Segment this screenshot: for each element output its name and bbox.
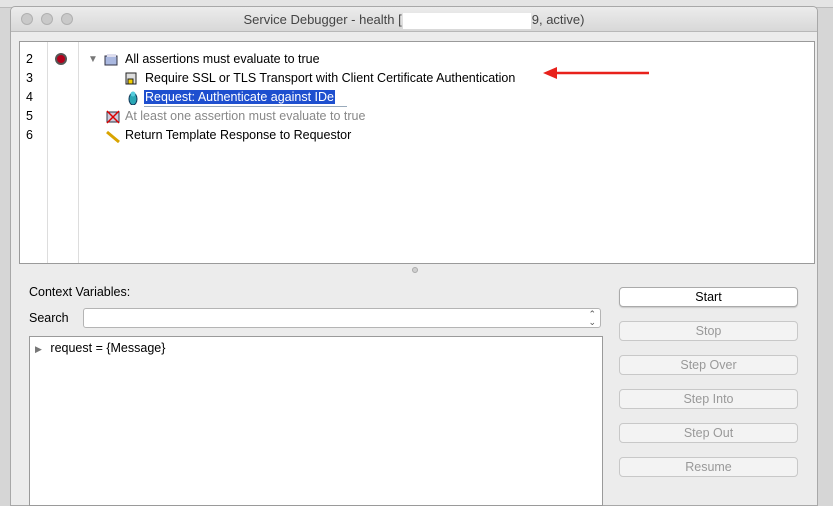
breakpoint-icon[interactable]: [55, 53, 67, 65]
tree-row[interactable]: 3 Require SSL or TLS Transport with Clie…: [20, 69, 814, 88]
search-input[interactable]: ⌃ ⌄: [83, 308, 601, 328]
step-over-button[interactable]: Step Over: [619, 355, 798, 375]
window-title-suffix: 9, active): [531, 12, 585, 27]
redacted-region: [402, 12, 531, 29]
pencil-icon: [106, 130, 120, 143]
line-number: 6: [26, 128, 33, 142]
start-button[interactable]: Start: [619, 287, 798, 307]
close-button[interactable]: [21, 13, 33, 25]
line-number: 5: [26, 109, 33, 123]
tree-label: All assertions must evaluate to true: [125, 52, 320, 66]
window-controls: [21, 13, 73, 25]
annotation-arrow-icon: [543, 67, 649, 79]
tree-row-selected[interactable]: 4 Request: Authenticate against IDe: [20, 88, 814, 107]
resume-button[interactable]: Resume: [619, 457, 798, 477]
tree-row[interactable]: 5 At least one assertion must evaluate t…: [20, 107, 814, 126]
zoom-button[interactable]: [61, 13, 73, 25]
minimize-button[interactable]: [41, 13, 53, 25]
folder-icon: [104, 54, 118, 66]
tree-label: Request: Authenticate against IDe: [144, 89, 348, 107]
line-number: 2: [26, 52, 33, 66]
tree-label: Require SSL or TLS Transport with Client…: [145, 71, 516, 85]
variable-label: request = {Message}: [50, 341, 166, 355]
window-title-prefix: Service Debugger - health [: [243, 12, 402, 27]
split-pane-divider[interactable]: [412, 267, 418, 273]
context-variables-list[interactable]: ▶ request = {Message}: [29, 336, 603, 506]
line-number: 4: [26, 90, 33, 104]
policy-tree[interactable]: 2 ▼ All assertions must evaluate to true…: [19, 41, 815, 264]
identity-provider-icon: [128, 91, 138, 105]
expand-triangle-icon[interactable]: ▶: [35, 344, 42, 354]
tree-row[interactable]: 2 ▼ All assertions must evaluate to true: [20, 50, 814, 69]
tree-label: At least one assertion must evaluate to …: [125, 109, 366, 123]
variable-row[interactable]: ▶ request = {Message}: [35, 341, 165, 355]
expand-triangle-icon[interactable]: ▼: [88, 50, 98, 69]
service-debugger-window: Service Debugger - health [ 9, active) 2 …: [10, 6, 818, 506]
line-number: 3: [26, 71, 33, 85]
step-into-button[interactable]: Step Into: [619, 389, 798, 409]
combo-arrows-icon[interactable]: ⌃ ⌄: [588, 310, 596, 327]
context-variables-heading: Context Variables:: [29, 285, 131, 299]
title-bar[interactable]: Service Debugger - health [ 9, active): [11, 7, 817, 32]
stop-button[interactable]: Stop: [619, 321, 798, 341]
disabled-folder-icon: [106, 110, 120, 124]
ssl-certificate-icon: [125, 72, 137, 85]
tree-row[interactable]: 6 Return Template Response to Requestor: [20, 126, 814, 145]
step-out-button[interactable]: Step Out: [619, 423, 798, 443]
search-label: Search: [29, 311, 69, 325]
tree-label: Return Template Response to Requestor: [125, 128, 352, 142]
selected-label: Request: Authenticate against IDe: [144, 90, 336, 104]
